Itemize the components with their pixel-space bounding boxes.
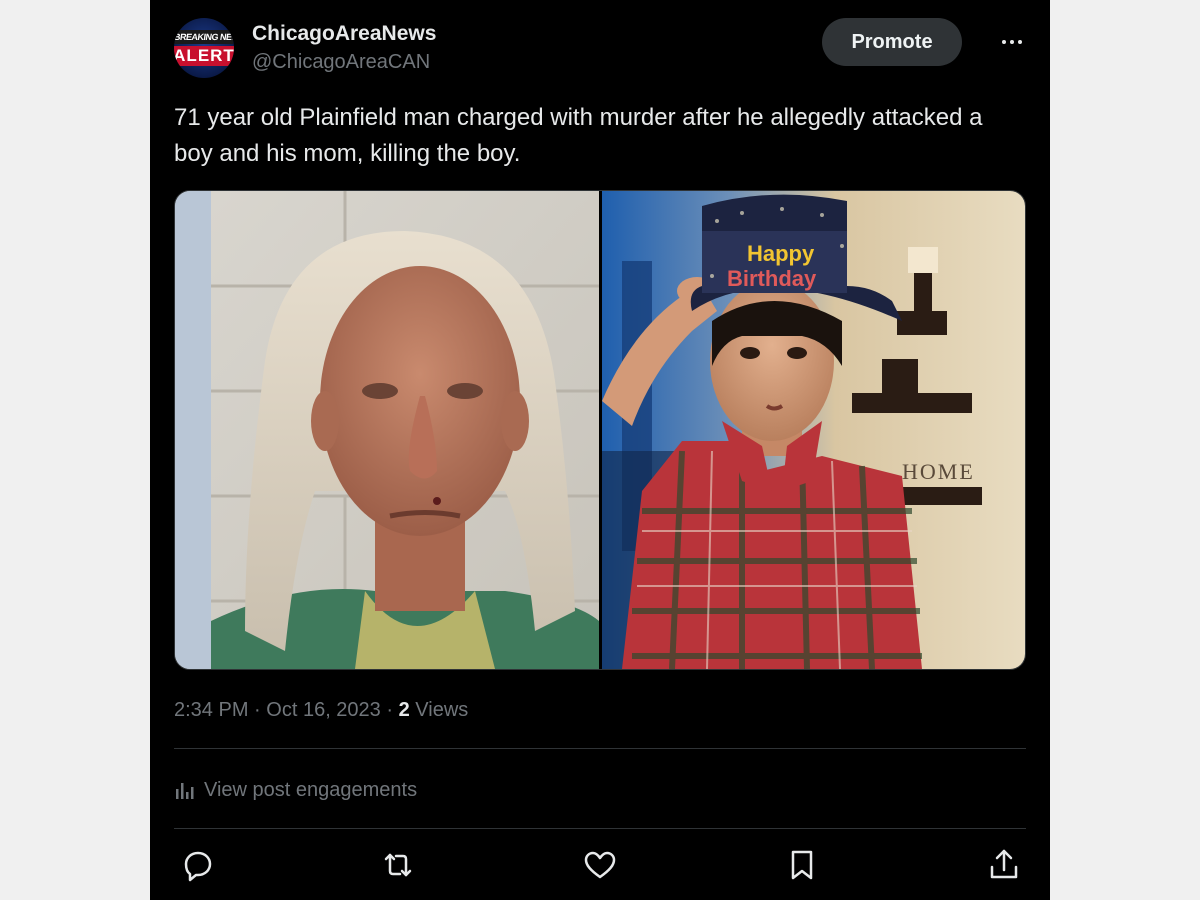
post-header: BREAKING NEWS ALERT ChicagoAreaNews @Chi… xyxy=(174,18,1026,82)
reply-icon[interactable] xyxy=(178,845,218,885)
analytics-icon xyxy=(176,783,194,799)
avatar[interactable]: BREAKING NEWS ALERT xyxy=(174,18,234,78)
promote-button[interactable]: Promote xyxy=(822,18,962,66)
avatar-text-bottom: ALERT xyxy=(174,46,234,66)
share-icon[interactable] xyxy=(984,845,1024,885)
divider-top xyxy=(174,748,1026,749)
views-count: 2 xyxy=(398,699,410,721)
post-card: BREAKING NEWS ALERT ChicagoAreaNews @Chi… xyxy=(150,0,1050,900)
post-media[interactable]: HOME Happy Birthday xyxy=(174,190,1026,670)
boy-photo[interactable]: HOME Happy Birthday xyxy=(602,191,1026,669)
engagements-label: View post engagements xyxy=(204,778,418,801)
post-date[interactable]: Oct 16, 2023 xyxy=(266,699,381,721)
mugshot-photo[interactable] xyxy=(175,191,599,669)
page: BREAKING NEWS ALERT ChicagoAreaNews @Chi… xyxy=(0,0,1200,900)
avatar-text-top: BREAKING NEWS xyxy=(174,30,234,44)
divider-bottom xyxy=(174,828,1026,829)
home-sign-text: HOME xyxy=(902,459,975,484)
post-meta: 2:34 PM · Oct 16, 2023 · 2 Views xyxy=(174,695,468,725)
meta-separator-2: · xyxy=(386,699,394,721)
author-names: ChicagoAreaNews @ChicagoAreaCAN xyxy=(252,20,436,76)
heart-icon[interactable] xyxy=(580,845,620,885)
meta-separator-1: · xyxy=(254,699,261,721)
author-display-name[interactable]: ChicagoAreaNews xyxy=(252,20,436,48)
author-handle[interactable]: @ChicagoAreaCAN xyxy=(252,48,436,76)
hat-text-line2: Birthday xyxy=(727,266,817,291)
hat-text-line1: Happy xyxy=(747,241,815,266)
post-text: 71 year old Plainfield man charged with … xyxy=(174,104,983,167)
view-engagements-link[interactable]: View post engagements xyxy=(174,772,417,808)
bookmark-icon[interactable] xyxy=(782,845,822,885)
views-label: Views xyxy=(415,699,469,721)
action-bar xyxy=(174,845,1026,885)
more-horizontal-icon[interactable] xyxy=(1000,30,1024,54)
post-time[interactable]: 2:34 PM xyxy=(174,699,248,721)
repost-icon[interactable] xyxy=(378,845,418,885)
